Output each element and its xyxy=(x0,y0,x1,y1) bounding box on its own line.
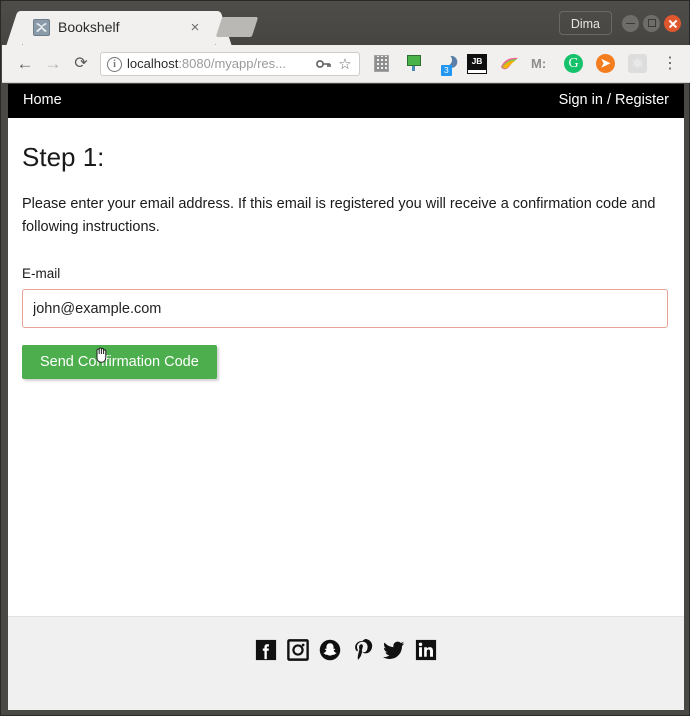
bookshelf-favicon xyxy=(33,19,50,36)
facebook-icon[interactable] xyxy=(255,639,277,661)
arrow-extension-icon[interactable]: ➤ xyxy=(596,54,615,73)
pinterest-icon[interactable] xyxy=(351,639,373,661)
react-devtools-extension-icon[interactable]: ⚛ xyxy=(628,54,647,73)
new-tab-button[interactable] xyxy=(215,17,259,37)
qr-code-extension-icon[interactable] xyxy=(374,55,389,72)
browser-menu-icon[interactable]: ⋮ xyxy=(660,53,680,75)
profile-button[interactable]: Dima xyxy=(558,11,612,35)
browser-toolbar: ← → ⟳ i localhost:8080/myapp/res... ☆ 3 … xyxy=(2,45,690,83)
key-glyph xyxy=(316,60,331,68)
site-footer xyxy=(8,616,684,710)
email-field-label: E-mail xyxy=(22,266,61,281)
tab-close-icon[interactable]: × xyxy=(187,20,203,36)
linkedin-icon[interactable] xyxy=(415,639,437,661)
instructions-text: Please enter your email address. If this… xyxy=(22,196,656,235)
address-bar-url: localhost:8080/myapp/res... xyxy=(127,56,286,71)
snapchat-icon[interactable] xyxy=(319,639,341,661)
minimize-icon[interactable] xyxy=(622,14,639,32)
bird-glyph xyxy=(501,57,518,70)
page-info-icon[interactable]: i xyxy=(107,57,122,72)
social-links xyxy=(8,639,684,661)
page-viewport: Home Sign in / Register Step 1: Please e… xyxy=(8,84,684,710)
instagram-icon[interactable] xyxy=(287,639,309,661)
browser-window: Bookshelf × Dima ← → ⟳ i localhost:8080/… xyxy=(0,0,690,716)
twitter-icon[interactable] xyxy=(383,639,405,661)
password-key-icon[interactable] xyxy=(316,58,331,72)
email-field-wrapper xyxy=(8,281,684,328)
back-icon[interactable]: ← xyxy=(14,53,36,75)
bookmark-star-icon[interactable]: ☆ xyxy=(337,56,353,74)
url-path: :8080/myapp/res... xyxy=(178,56,286,71)
browser-tab[interactable]: Bookshelf × xyxy=(23,11,215,45)
send-confirmation-code-button[interactable]: Send Confirmation Code xyxy=(22,345,217,379)
reload-icon[interactable]: ⟳ xyxy=(70,53,92,75)
site-navbar: Home Sign in / Register xyxy=(8,84,684,118)
url-host: localhost xyxy=(127,56,179,71)
window-controls: Dima xyxy=(558,10,681,36)
nav-signin-register-link[interactable]: Sign in / Register xyxy=(559,92,669,108)
main-content: Step 1: Please enter your email address.… xyxy=(8,118,684,379)
screen-share-extension-icon[interactable] xyxy=(405,55,422,72)
night-mode-extension-icon[interactable]: 3 xyxy=(438,54,456,76)
close-icon[interactable] xyxy=(664,14,681,32)
address-bar[interactable]: i localhost:8080/myapp/res... ☆ xyxy=(100,52,360,76)
email-input[interactable] xyxy=(22,289,668,328)
forward-icon[interactable]: → xyxy=(42,53,64,75)
maximize-icon[interactable] xyxy=(643,14,660,32)
submit-button-wrapper: Send Confirmation Code xyxy=(8,328,684,379)
grammarly-extension-icon[interactable]: G xyxy=(564,54,583,73)
nav-home-link[interactable]: Home xyxy=(23,92,62,108)
title-bar: Bookshelf × Dima xyxy=(1,1,689,45)
bird-extension-icon[interactable] xyxy=(499,54,521,74)
page-title: Step 1: xyxy=(22,142,105,172)
momentum-extension-icon[interactable]: M: xyxy=(531,55,553,79)
night-mode-badge: 3 xyxy=(441,65,452,76)
jetbrains-extension-icon[interactable]: JB xyxy=(467,54,487,74)
tab-title: Bookshelf xyxy=(58,19,120,35)
